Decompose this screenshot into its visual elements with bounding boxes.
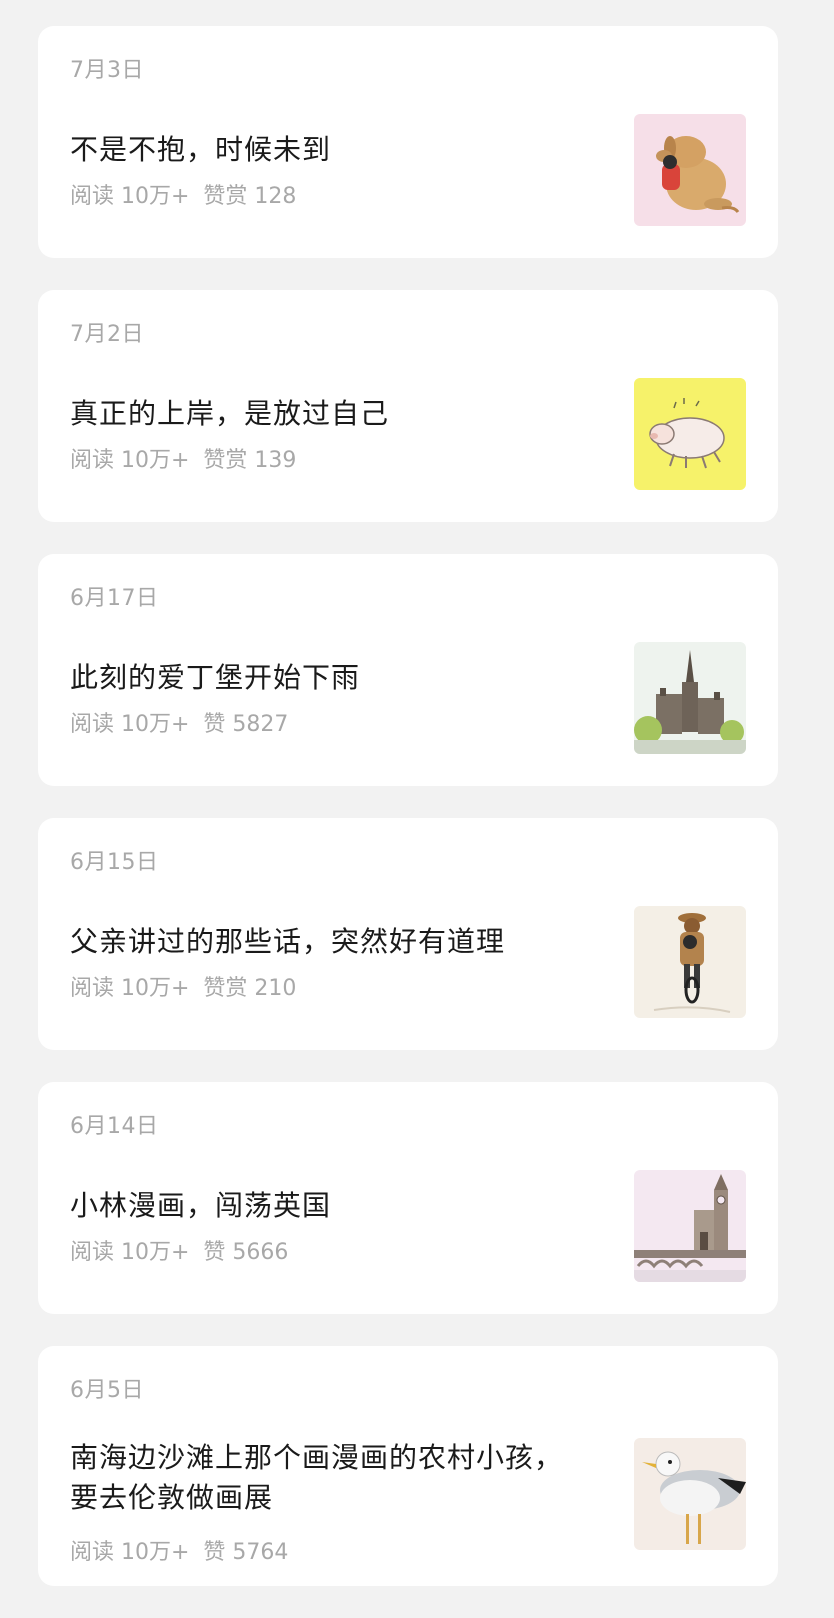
article-card[interactable]: 7月2日 真正的上岸，是放过自己 阅读 10万+ 赞赏 139 [38, 290, 778, 522]
article-date: 7月2日 [70, 322, 144, 347]
seagull-illustration-icon [634, 1438, 746, 1550]
article-card[interactable]: 7月3日 不是不抱，时候未到 阅读 10万+ 赞赏 128 [38, 26, 778, 258]
read-count: 阅读 10万+ [70, 976, 190, 1001]
reward-count: 赞 5827 [203, 712, 289, 737]
article-date: 7月3日 [70, 58, 144, 83]
article-list: 7月3日 不是不抱，时候未到 阅读 10万+ 赞赏 128 7月2日 真正的上岸，… [38, 26, 778, 1618]
article-title[interactable]: 不是不抱，时候未到 [70, 130, 590, 170]
reward-count: 赞赏 128 [203, 184, 297, 209]
article-meta: 阅读 10万+ 赞赏 128 [70, 178, 296, 210]
article-date: 6月5日 [70, 1378, 144, 1403]
article-thumbnail[interactable] [634, 1170, 746, 1282]
article-card[interactable]: 6月15日 父亲讲过的那些话，突然好有道理 阅读 10万+ 赞赏 210 [38, 818, 778, 1050]
article-thumbnail[interactable] [634, 1438, 746, 1550]
reward-count: 赞赏 139 [203, 448, 297, 473]
article-date: 6月15日 [70, 850, 159, 875]
article-date: 6月17日 [70, 586, 159, 611]
reward-count: 赞 5764 [203, 1540, 289, 1565]
article-card[interactable]: 6月5日 南海边沙滩上那个画漫画的农村小孩，要去伦敦做画展 阅读 10万+ 赞 5… [38, 1346, 778, 1586]
article-date: 6月14日 [70, 1114, 159, 1139]
article-meta: 阅读 10万+ 赞 5827 [70, 706, 288, 738]
reward-count: 赞 5666 [203, 1240, 289, 1265]
article-title[interactable]: 父亲讲过的那些话，突然好有道理 [70, 922, 590, 962]
article-card[interactable]: 6月14日 小林漫画，闯荡英国 阅读 10万+ 赞 5666 [38, 1082, 778, 1314]
dog-hug-illustration-icon [634, 114, 746, 226]
article-card[interactable]: 6月17日 此刻的爱丁堡开始下雨 阅读 10万+ 赞 5827 [38, 554, 778, 786]
read-count: 阅读 10万+ [70, 448, 190, 473]
cyclist-illustration-icon [634, 906, 746, 1018]
article-title[interactable]: 此刻的爱丁堡开始下雨 [70, 658, 590, 698]
article-title[interactable]: 南海边沙滩上那个画漫画的农村小孩，要去伦敦做画展 [70, 1438, 590, 1518]
article-meta: 阅读 10万+ 赞 5764 [70, 1534, 288, 1566]
article-meta: 阅读 10万+ 赞 5666 [70, 1234, 288, 1266]
article-meta: 阅读 10万+ 赞赏 210 [70, 970, 296, 1002]
london-bridge-illustration-icon [634, 1170, 746, 1282]
read-count: 阅读 10万+ [70, 1240, 190, 1265]
read-count: 阅读 10万+ [70, 712, 190, 737]
article-title[interactable]: 小林漫画，闯荡英国 [70, 1186, 590, 1226]
reward-count: 赞赏 210 [203, 976, 297, 1001]
edinburgh-illustration-icon [634, 642, 746, 754]
read-count: 阅读 10万+ [70, 1540, 190, 1565]
article-title[interactable]: 真正的上岸，是放过自己 [70, 394, 590, 434]
article-thumbnail[interactable] [634, 642, 746, 754]
article-thumbnail[interactable] [634, 906, 746, 1018]
article-thumbnail[interactable] [634, 114, 746, 226]
article-thumbnail[interactable] [634, 378, 746, 490]
article-meta: 阅读 10万+ 赞赏 139 [70, 442, 296, 474]
pig-illustration-icon [634, 378, 746, 490]
read-count: 阅读 10万+ [70, 184, 190, 209]
